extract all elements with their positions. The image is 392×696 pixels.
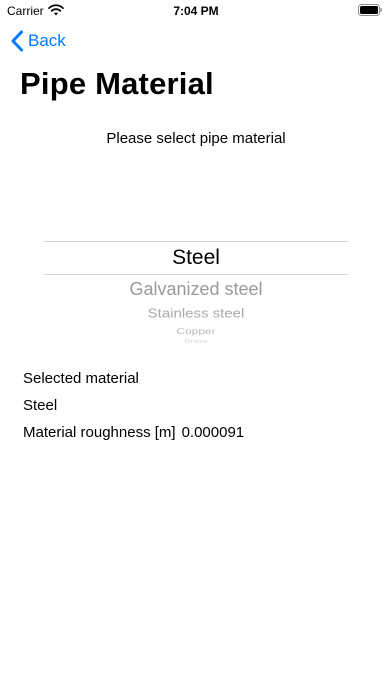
clock: 7:04 PM	[173, 4, 219, 18]
screen: Carrier 7:04 PM Back Pipe Material Pleas…	[0, 0, 392, 696]
picker-option[interactable]: Galvanized steel	[44, 279, 348, 300]
selected-material-value: Steel	[23, 397, 58, 414]
status-bar: Carrier 7:04 PM	[0, 0, 392, 22]
picker-option-selected[interactable]: Steel	[44, 246, 348, 270]
back-label: Back	[28, 31, 66, 50]
page-title: Pipe Material	[20, 66, 214, 101]
picker-option[interactable]: Stainless steel	[44, 306, 348, 320]
material-picker[interactable]: Steel Galvanized steel Stainless steel C…	[44, 232, 348, 344]
roughness-label: Material roughness [m]	[23, 424, 176, 441]
picker-selection-bottom-line	[44, 274, 348, 275]
picker-option[interactable]: Brass	[44, 339, 348, 344]
roughness-row: Material roughness [m] 0.000091	[23, 424, 244, 441]
select-prompt: Please select pipe material	[106, 130, 286, 147]
roughness-value: 0.000091	[181, 424, 245, 441]
battery-icon	[358, 4, 382, 16]
picker-selection-top-line	[44, 241, 348, 242]
chevron-left-icon	[11, 30, 23, 52]
back-button[interactable]: Back	[10, 28, 66, 54]
selected-material-label: Selected material	[23, 370, 139, 387]
picker-option[interactable]: Copper	[44, 326, 348, 336]
